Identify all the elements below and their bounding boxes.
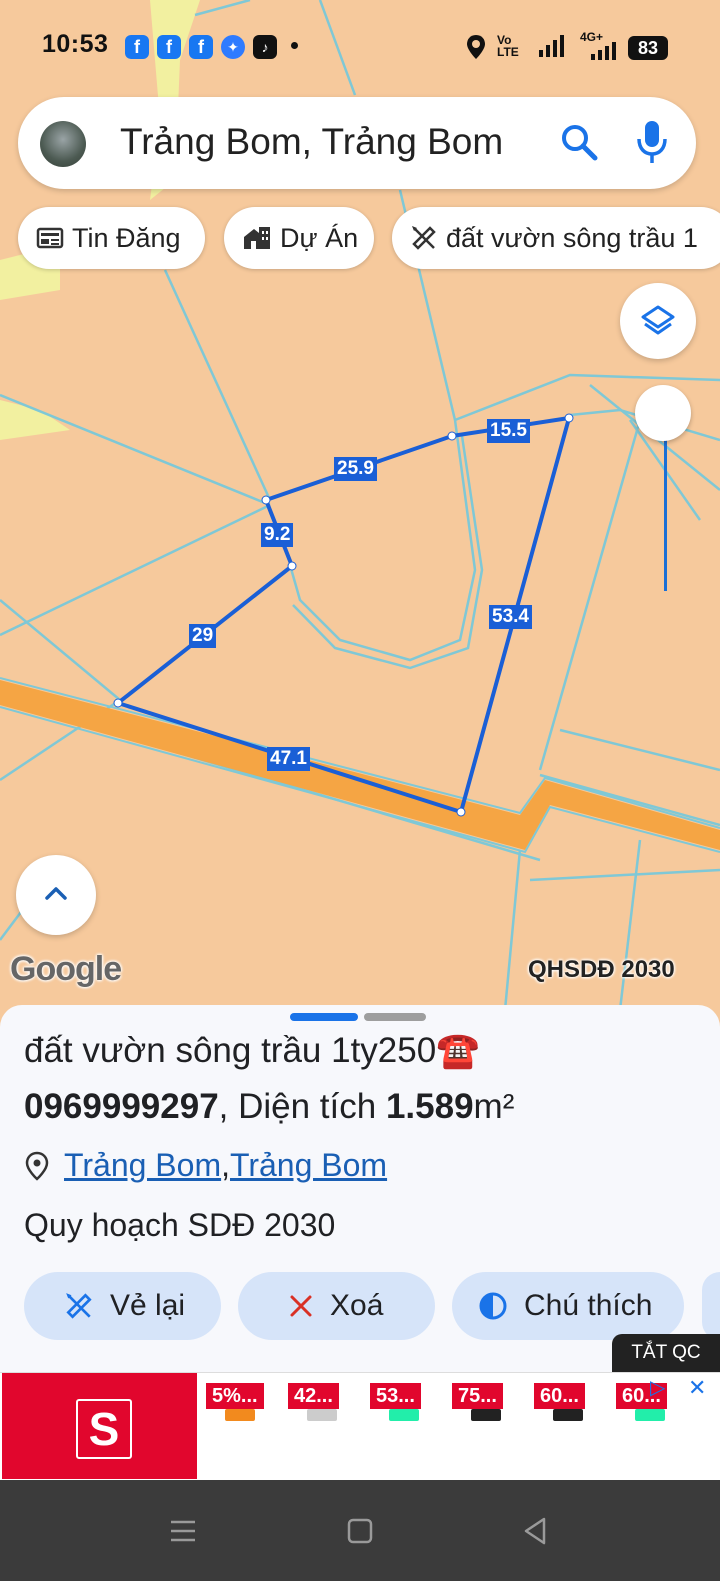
area-value: 1.589 — [385, 1087, 474, 1126]
messenger-icon: ✦ — [221, 35, 245, 59]
ad-logo-letter: S — [76, 1399, 132, 1459]
back-icon[interactable] — [510, 1506, 560, 1556]
plan-text: Quy hoạch SDĐ 2030 — [24, 1207, 336, 1243]
location-district-link[interactable]: Trảng Bom — [64, 1147, 221, 1184]
plot-title: đất vườn sông trầu 1ty250☎️ — [24, 1031, 480, 1070]
newspaper-icon — [36, 227, 64, 249]
action-label: Vẻ lại — [110, 1289, 186, 1322]
segment-label: 29 — [189, 624, 217, 648]
phone-number: 0969999297 — [24, 1087, 219, 1126]
vertex — [456, 807, 466, 817]
location-town-link[interactable]: Trảng Bom — [230, 1147, 387, 1184]
ad-brand-logo[interactable]: S — [2, 1373, 197, 1479]
ad-product-tag[interactable]: 75... — [452, 1383, 503, 1409]
ad-product-tag[interactable]: 60... — [534, 1383, 585, 1409]
layers-icon — [641, 305, 675, 335]
legend-button[interactable]: Chú thích — [452, 1272, 684, 1340]
area-unit: m² — [473, 1087, 515, 1126]
facebook-icon: f — [157, 35, 181, 59]
vertex — [287, 561, 297, 571]
action-label: Xoá — [330, 1289, 384, 1322]
location-separator: , — [221, 1147, 230, 1183]
system-navigation-bar — [0, 1480, 720, 1581]
more-actions-button[interactable] — [702, 1272, 720, 1340]
search-icon[interactable] — [558, 121, 600, 163]
status-bar: 10:53 f f f ✦ ♪ Vo LTE 4G+ 83 — [0, 0, 720, 95]
chip-label: Dự Án — [280, 222, 359, 253]
plan-layer-label: QHSDĐ 2030 — [528, 956, 675, 983]
ad-product-tag[interactable]: 42... — [288, 1383, 339, 1409]
ad-product-image — [389, 1409, 419, 1421]
ad-choices-icon[interactable]: ▷ — [650, 1375, 665, 1400]
ad-product-image — [553, 1409, 583, 1421]
ad-close-icon[interactable]: ✕ — [688, 1375, 706, 1401]
chevron-up-icon — [45, 887, 67, 900]
hide-ads-button[interactable]: TẮT QC — [612, 1334, 720, 1372]
plot-details: 0969999297, Diện tích 1.589m² — [24, 1087, 514, 1127]
action-label: Chú thích — [524, 1289, 653, 1322]
chip-current-plot[interactable]: đất vườn sông trầu 1 — [392, 207, 720, 269]
segment-label: 15.5 — [487, 419, 530, 443]
segment-label: 25.9 — [334, 457, 377, 481]
delete-button[interactable]: Xoá — [238, 1272, 435, 1340]
ad-product-image — [225, 1409, 255, 1421]
more-notifications-dot — [291, 42, 298, 49]
redraw-button[interactable]: Vẻ lại — [24, 1272, 221, 1340]
home-icon[interactable] — [335, 1506, 385, 1556]
ruler-pencil-icon — [412, 226, 436, 250]
ad-product-image — [307, 1409, 337, 1421]
vertex — [113, 698, 123, 708]
signal-icon-2 — [591, 42, 616, 60]
layers-button[interactable] — [620, 283, 696, 359]
close-icon — [290, 1295, 312, 1317]
segment-label: 47.1 — [267, 747, 310, 771]
segment-label: 53.4 — [489, 605, 532, 629]
ruler-pencil-icon — [66, 1293, 92, 1319]
segment-label: 9.2 — [261, 523, 294, 547]
map-pin-icon — [25, 1151, 49, 1181]
recent-apps-icon[interactable] — [158, 1506, 208, 1556]
volte-indicator: Vo LTE — [497, 33, 519, 59]
location-row: Trảng Bom, Trảng Bom — [24, 1147, 387, 1184]
expand-button[interactable] — [16, 855, 96, 935]
contrast-icon — [479, 1292, 507, 1320]
chip-label: Tin Đăng — [72, 222, 181, 253]
ad-product-image — [635, 1409, 665, 1421]
tiktok-icon: ♪ — [253, 35, 277, 59]
ad-product-tag[interactable]: 53... — [370, 1383, 421, 1409]
status-time: 10:53 — [42, 30, 109, 58]
chip-du-an[interactable]: Dự Án — [224, 207, 374, 269]
vertex — [564, 413, 574, 423]
sheet-page-indicator[interactable] — [364, 1013, 426, 1021]
sheet-page-indicator-active[interactable] — [290, 1013, 358, 1021]
facebook-icon: f — [125, 35, 149, 59]
vertex — [261, 495, 271, 505]
microphone-icon[interactable] — [634, 119, 670, 165]
battery-indicator: 83 — [628, 36, 668, 60]
location-icon — [467, 35, 485, 59]
ad-banner[interactable]: S 5%... 42... 53... 75... 60... 60... ▷ … — [0, 1372, 720, 1481]
facebook-icon: f — [189, 35, 213, 59]
ad-product-tag[interactable]: 5%... — [206, 1383, 264, 1409]
search-bar[interactable]: Trảng Bom, Trảng Bom — [18, 97, 696, 189]
chip-tin-dang[interactable]: Tin Đăng — [18, 207, 205, 269]
opacity-slider-handle[interactable] — [635, 385, 691, 441]
search-input[interactable]: Trảng Bom, Trảng Bom — [120, 121, 503, 163]
ad-product-image — [471, 1409, 501, 1421]
avatar[interactable] — [40, 121, 86, 167]
buildings-icon — [244, 227, 270, 249]
signal-icon — [539, 35, 564, 57]
google-logo: Google — [10, 950, 122, 988]
vertex — [447, 431, 457, 441]
chip-label: đất vườn sông trầu 1 — [446, 222, 698, 253]
area-prefix: , Diện tích — [218, 1087, 386, 1126]
